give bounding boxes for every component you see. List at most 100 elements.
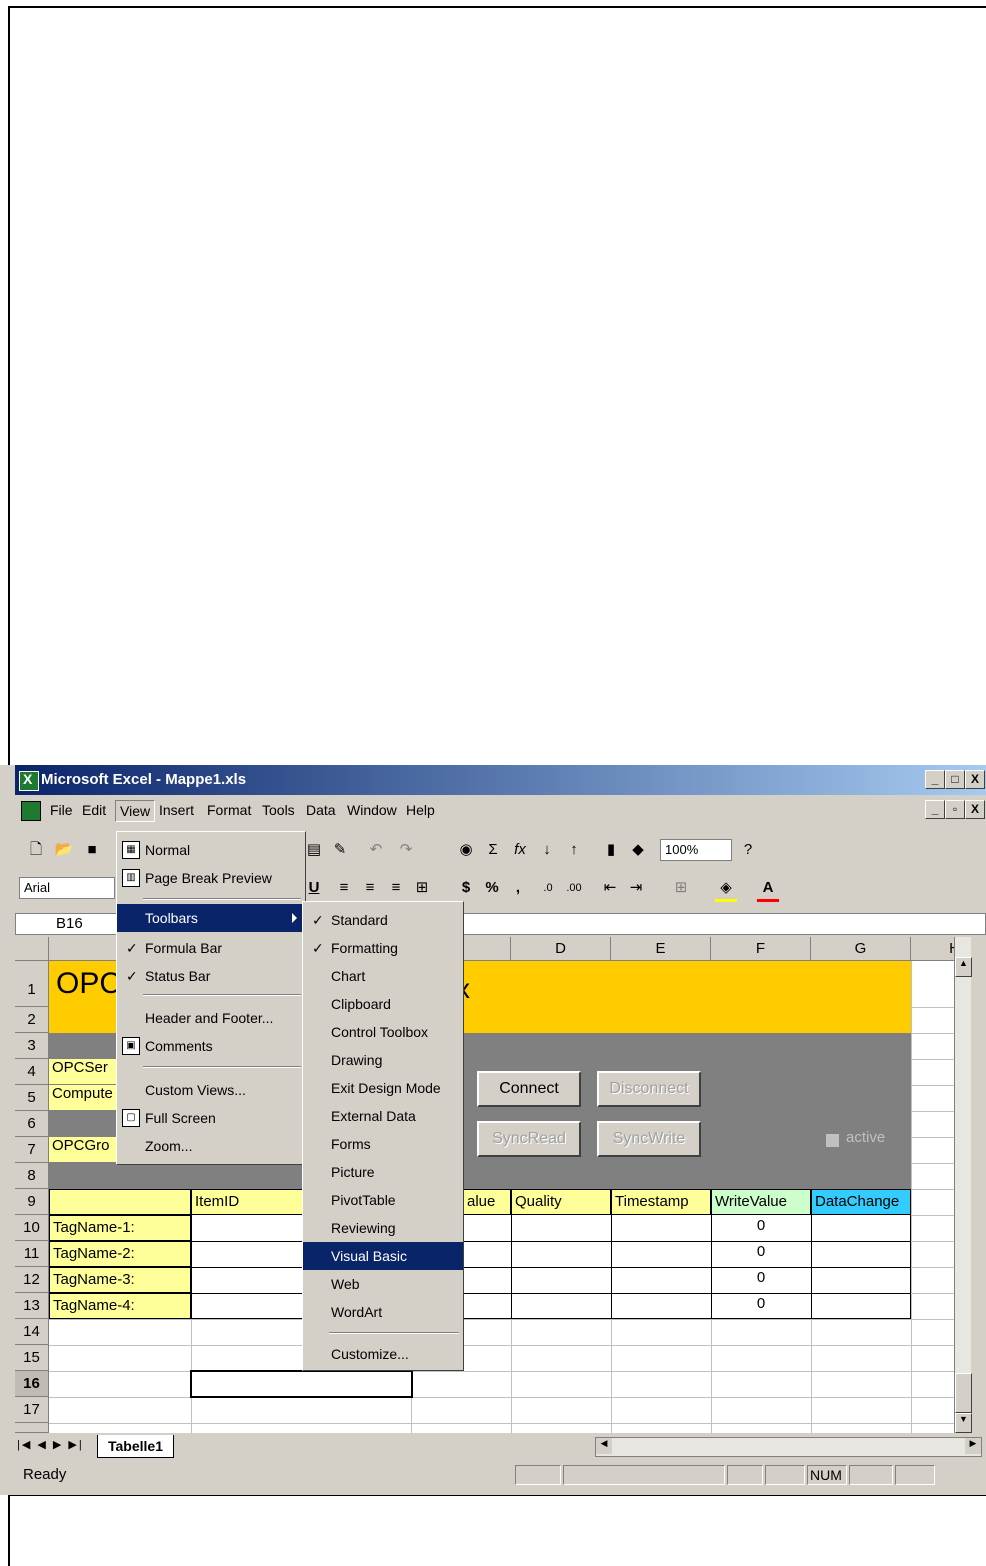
close-button[interactable]: X xyxy=(965,770,985,789)
sort-asc-icon[interactable]: ↓ xyxy=(536,839,558,861)
view-toolbars[interactable]: Toolbars xyxy=(117,904,305,932)
menu-edit[interactable]: Edit xyxy=(78,800,110,820)
menu-format[interactable]: Format xyxy=(203,800,255,820)
sheet-tab-tabelle1[interactable]: Tabelle1 xyxy=(97,1435,174,1458)
row-header-4[interactable]: 4 xyxy=(15,1059,49,1085)
doc-close-button[interactable]: X xyxy=(965,800,985,819)
doc-icon[interactable] xyxy=(21,801,41,821)
borders-icon[interactable]: ⊞ xyxy=(670,877,692,899)
select-all-corner[interactable] xyxy=(15,937,49,961)
view-header-footer[interactable]: Header and Footer... xyxy=(117,1004,305,1032)
toolbar-customize[interactable]: Customize... xyxy=(303,1340,463,1368)
toolbar-forms[interactable]: Forms xyxy=(303,1130,463,1158)
syncread-button[interactable]: SyncRead xyxy=(477,1121,581,1157)
menu-data[interactable]: Data xyxy=(302,800,340,820)
increase-indent-icon[interactable]: ⇥ xyxy=(625,877,647,899)
scroll-down-icon[interactable]: ▼ xyxy=(955,1413,972,1433)
maximize-button[interactable]: □ xyxy=(945,770,965,789)
scroll-up-icon[interactable]: ▲ xyxy=(955,957,972,977)
vertical-scrollbar[interactable]: ▲ ▼ xyxy=(954,937,972,1433)
row-header-2[interactable]: 2 xyxy=(15,1007,49,1033)
view-comments[interactable]: ▣ Comments xyxy=(117,1032,305,1060)
row-header-18[interactable] xyxy=(15,1423,49,1433)
toolbar-visual-basic[interactable]: Visual Basic xyxy=(303,1242,463,1270)
writevalue-2[interactable]: 0 xyxy=(711,1243,811,1260)
sort-desc-icon[interactable]: ↑ xyxy=(563,839,585,861)
horizontal-scrollbar[interactable]: ◀ ▶ xyxy=(595,1437,982,1457)
row-header-14[interactable]: 14 xyxy=(15,1319,49,1345)
row-header-10[interactable]: 10 xyxy=(15,1215,49,1241)
view-status-bar[interactable]: ✓ Status Bar xyxy=(117,962,305,990)
menu-insert[interactable]: Insert xyxy=(155,800,198,820)
disconnect-button[interactable]: Disconnect xyxy=(597,1071,701,1107)
writevalue-3[interactable]: 0 xyxy=(711,1269,811,1286)
view-full-screen[interactable]: ▢ Full Screen xyxy=(117,1104,305,1132)
save-icon[interactable]: ■ xyxy=(81,839,103,861)
syncwrite-button[interactable]: SyncWrite xyxy=(597,1121,701,1157)
view-page-break-preview[interactable]: ▥ Page Break Preview xyxy=(117,864,305,892)
toolbar-clipboard[interactable]: Clipboard xyxy=(303,990,463,1018)
toolbar-drawing[interactable]: Drawing xyxy=(303,1046,463,1074)
row-header-16[interactable]: 16 xyxy=(15,1371,49,1397)
column-header-e[interactable]: E xyxy=(611,937,711,961)
row-header-13[interactable]: 13 xyxy=(15,1293,49,1319)
scroll-thumb[interactable] xyxy=(955,1373,972,1413)
active-checkbox[interactable] xyxy=(825,1133,840,1148)
decrease-decimal-icon[interactable]: .00 xyxy=(563,877,585,899)
row-header-11[interactable]: 11 xyxy=(15,1241,49,1267)
toolbar-chart[interactable]: Chart xyxy=(303,962,463,990)
column-header-d[interactable]: D xyxy=(511,937,611,961)
toolbar-wordart[interactable]: WordArt xyxy=(303,1298,463,1326)
toolbar-control-toolbox[interactable]: Control Toolbox xyxy=(303,1018,463,1046)
minimize-button[interactable]: _ xyxy=(925,770,945,789)
help-icon[interactable]: ? xyxy=(737,839,759,861)
sheet-nav-icon[interactable]: |◀ ◀ ▶ ▶| xyxy=(17,1438,84,1451)
decrease-indent-icon[interactable]: ⇤ xyxy=(599,877,621,899)
align-right-icon[interactable]: ≡ xyxy=(385,877,407,899)
scroll-right-icon[interactable]: ▶ xyxy=(965,1438,981,1454)
row-header-3[interactable]: 3 xyxy=(15,1033,49,1059)
writevalue-4[interactable]: 0 xyxy=(711,1295,811,1312)
paste-icon[interactable]: ▤ xyxy=(303,839,325,861)
view-formula-bar[interactable]: ✓ Formula Bar xyxy=(117,934,305,962)
redo-icon[interactable]: ↷ xyxy=(395,839,417,861)
view-custom-views[interactable]: Custom Views... xyxy=(117,1076,305,1104)
toolbar-standard[interactable]: ✓ Standard xyxy=(303,906,463,934)
name-box[interactable]: B16 xyxy=(15,913,120,935)
increase-decimal-icon[interactable]: .0 xyxy=(537,877,559,899)
row-header-9[interactable]: 9 xyxy=(15,1189,49,1215)
scroll-left-icon[interactable]: ◀ xyxy=(596,1438,612,1454)
row-header-7[interactable]: 7 xyxy=(15,1137,49,1163)
align-center-icon[interactable]: ≡ xyxy=(359,877,381,899)
connect-button[interactable]: Connect xyxy=(477,1071,581,1107)
format-painter-icon[interactable]: ✎ xyxy=(329,839,351,861)
toolbar-external-data[interactable]: External Data xyxy=(303,1102,463,1130)
autosum-icon[interactable]: Σ xyxy=(482,839,504,861)
function-icon[interactable]: fx xyxy=(509,839,531,861)
toolbar-exit-design-mode[interactable]: Exit Design Mode xyxy=(303,1074,463,1102)
toolbar-pivottable[interactable]: PivotTable xyxy=(303,1186,463,1214)
new-icon[interactable]: 🗋 xyxy=(25,839,47,861)
drawing-icon[interactable]: ◆ xyxy=(627,839,649,861)
merge-center-icon[interactable]: ⊞ xyxy=(411,877,433,899)
doc-minimize-button[interactable]: _ xyxy=(925,800,945,819)
view-normal[interactable]: ▦ Normal xyxy=(117,836,305,864)
undo-icon[interactable]: ↶ xyxy=(365,839,387,861)
column-header-f[interactable]: F xyxy=(711,937,811,961)
open-icon[interactable]: 📂 xyxy=(53,839,75,861)
currency-icon[interactable]: $ xyxy=(455,877,477,899)
selected-cell-b16[interactable] xyxy=(190,1370,413,1398)
toolbar-picture[interactable]: Picture xyxy=(303,1158,463,1186)
font-select[interactable]: Arial xyxy=(19,877,115,899)
underline-icon[interactable]: U xyxy=(303,877,325,899)
fill-color-icon[interactable]: ◈ xyxy=(715,877,737,902)
column-header-g[interactable]: G xyxy=(811,937,911,961)
toolbar-formatting[interactable]: ✓ Formatting xyxy=(303,934,463,962)
menu-view[interactable]: View xyxy=(115,800,156,822)
percent-icon[interactable]: % xyxy=(481,877,503,899)
zoom-select[interactable]: 100% xyxy=(660,839,732,861)
menu-file[interactable]: File xyxy=(46,800,77,820)
row-header-12[interactable]: 12 xyxy=(15,1267,49,1293)
writevalue-1[interactable]: 0 xyxy=(711,1217,811,1234)
menu-tools[interactable]: Tools xyxy=(258,800,299,820)
